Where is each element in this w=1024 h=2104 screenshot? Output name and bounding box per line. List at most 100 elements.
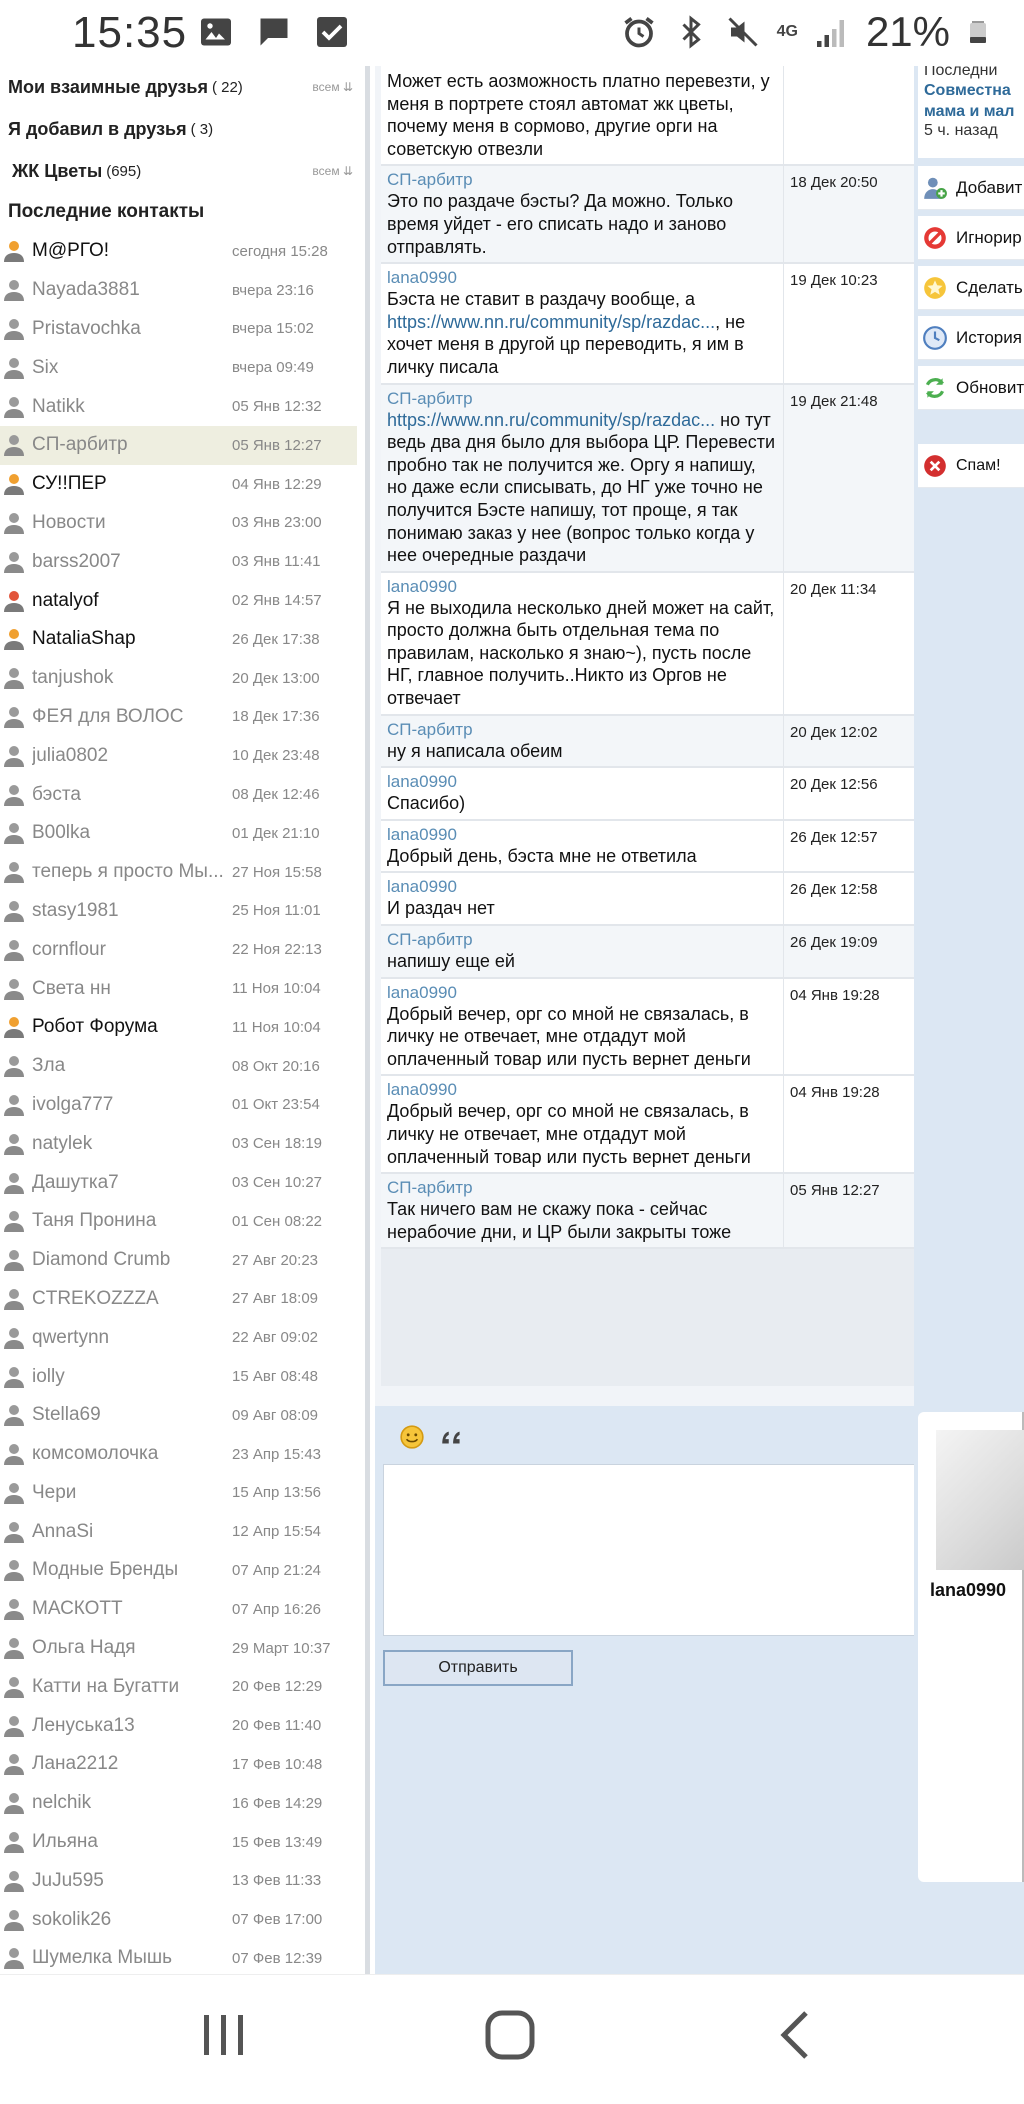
contact-row[interactable]: комсомолочка 23 Апр 15:43 (0, 1435, 365, 1474)
contact-row[interactable]: Ильяна 15 Фев 13:49 (0, 1823, 365, 1862)
contact-row[interactable]: М@РГО! сегодня 15:28 (0, 232, 365, 271)
message-author[interactable]: СП-арбитр (387, 170, 778, 190)
group-added-friends[interactable]: Я добавил в друзья ( 3) (0, 108, 365, 150)
user-status-icon (4, 1211, 24, 1233)
contact-row[interactable]: Stella69 09 Авг 08:09 (0, 1396, 365, 1435)
recent-group-link-2[interactable]: мама и мал (924, 101, 1024, 122)
contact-row[interactable]: Лана2212 17 Фев 10:48 (0, 1745, 365, 1784)
contact-row[interactable]: Робот Форума 11 Ноя 10:04 (0, 1008, 365, 1047)
action-label: Игнорир (956, 227, 1022, 247)
contact-last-seen: 15 Фев 13:49 (232, 1833, 323, 1851)
contact-name: МАСКОТТ (32, 1598, 123, 1620)
contact-row[interactable]: Модные Бренды 07 Апр 21:24 (0, 1551, 365, 1590)
contact-row[interactable]: sokolik26 07 Фев 17:00 (0, 1900, 365, 1939)
contact-last-seen: 05 Янв 12:27 (232, 436, 322, 454)
group-mutual-friends[interactable]: Мои взаимные друзья ( 22) всем ⇊ (0, 66, 365, 108)
contact-row[interactable]: СУ!!ПЕР 04 Янв 12:29 (0, 465, 365, 504)
contact-row[interactable]: бэста 08 Дек 12:46 (0, 775, 365, 814)
message-list[interactable]: Может есть аозможность платно перевезти,… (381, 66, 923, 1386)
contact-row[interactable]: Natikk 05 Янв 12:32 (0, 387, 365, 426)
message-author[interactable]: СП-арбитр (387, 720, 778, 740)
contact-row[interactable]: tanjushok 20 Дек 13:00 (0, 659, 365, 698)
ignore-button[interactable]: Игнорир (918, 216, 1024, 260)
quote-icon[interactable] (439, 1424, 465, 1450)
contact-row[interactable]: JuJu595 13 Фев 11:33 (0, 1861, 365, 1900)
message-body: lana0990 Добрый вечер, орг со мной не свя… (381, 1076, 783, 1172)
profile-username[interactable]: lana0990 (930, 1580, 1006, 1601)
user-status-icon (4, 280, 24, 302)
message-date (783, 66, 923, 165)
contact-row[interactable]: Дашутка7 03 Сен 10:27 (0, 1163, 365, 1202)
contact-row[interactable]: cornflour 22 Ноя 22:13 (0, 930, 365, 969)
expand-all-toggle[interactable]: всем ⇊ (312, 164, 353, 178)
spam-button[interactable]: Спам! (918, 444, 1024, 488)
message-text: Так ничего вам не скажу пока - сейчас не… (387, 1199, 732, 1242)
contact-row[interactable]: julia0802 10 Дек 23:48 (0, 736, 365, 775)
contact-row[interactable]: Ленуська13 20 Фев 11:40 (0, 1706, 365, 1745)
contact-row[interactable]: Зла 08 Окт 20:16 (0, 1047, 365, 1086)
add-friend-button[interactable]: Добавит (918, 166, 1024, 210)
action-label: Обновит (956, 377, 1024, 397)
contact-row[interactable]: ivolga777 01 Окт 23:54 (0, 1086, 365, 1125)
contact-row[interactable]: теперь я просто Мы... 27 Ноя 15:58 (0, 853, 365, 892)
contact-row[interactable]: Nayada3881 вчера 23:16 (0, 271, 365, 310)
group-zhk-tsvety[interactable]: ЖК Цветы (695) всем ⇊ (0, 150, 365, 192)
contact-row[interactable]: Света нн 11 Ноя 10:04 (0, 969, 365, 1008)
contact-row[interactable]: CTREKOZZZA 27 Авг 18:09 (0, 1280, 365, 1319)
contact-row[interactable]: qwertynn 22 Авг 09:02 (0, 1318, 365, 1357)
contact-row[interactable]: СП-арбитр 05 Янв 12:27 (0, 425, 357, 465)
contact-row[interactable]: iolly 15 Авг 08:48 (0, 1357, 365, 1396)
profile-card[interactable]: lana0990 (918, 1412, 1024, 1882)
message-text: ну я написала обеим (387, 740, 563, 761)
home-icon[interactable] (484, 2009, 536, 2061)
message-author[interactable]: СП-арбитр (387, 930, 778, 950)
message-author[interactable]: lana0990 (387, 577, 778, 597)
refresh-button[interactable]: Обновит (918, 366, 1024, 410)
recent-group-link[interactable]: Совместна (924, 80, 1024, 101)
back-icon[interactable] (776, 2009, 816, 2061)
contact-row[interactable]: Ольга Надя 29 Март 10:37 (0, 1629, 365, 1668)
contact-row[interactable]: Diamond Crumb 27 Авг 20:23 (0, 1241, 365, 1280)
contact-name: Ольга Надя (32, 1637, 136, 1659)
contact-row[interactable]: B00lka 01 Дек 21:10 (0, 814, 365, 853)
group-label: Мои взаимные друзья (8, 76, 208, 97)
contact-row[interactable]: МАСКОТТ 07 Апр 16:26 (0, 1590, 365, 1629)
smiley-icon[interactable] (399, 1424, 425, 1450)
signal-icon (816, 20, 844, 47)
profile-photo[interactable] (936, 1430, 1024, 1570)
history-button[interactable]: История (918, 316, 1024, 360)
contact-row[interactable]: Чери 15 Апр 13:56 (0, 1474, 365, 1513)
message-author[interactable]: lana0990 (387, 268, 778, 288)
contact-row[interactable]: Шумелка Мышь 07 Фев 12:39 (0, 1939, 365, 1974)
contact-row[interactable]: Six вчера 09:49 (0, 348, 365, 387)
message-author[interactable]: lana0990 (387, 877, 778, 897)
expand-all-toggle[interactable]: всем ⇊ (312, 80, 353, 94)
make-favorite-button[interactable]: Сделать (918, 266, 1024, 310)
contact-row[interactable]: barss2007 03 Янв 11:41 (0, 542, 365, 581)
contact-row[interactable]: Катти на Бугатти 20 Фев 12:29 (0, 1667, 365, 1706)
message-text: Добрый вечер, орг со мной не связалась, … (387, 1101, 751, 1167)
contact-row[interactable]: Таня Пронина 01 Сен 08:22 (0, 1202, 365, 1241)
message-author[interactable]: lana0990 (387, 772, 778, 792)
contact-row[interactable]: NataliaShap 26 Дек 17:38 (0, 620, 365, 659)
recent-apps-icon[interactable] (200, 2009, 248, 2061)
contact-row[interactable]: natylek 03 Сен 18:19 (0, 1124, 365, 1163)
message-link[interactable]: https://www.nn.ru/community/sp/razdac... (387, 312, 715, 332)
message-author[interactable]: СП-арбитр (387, 389, 778, 409)
message-author[interactable]: СП-арбитр (387, 1178, 778, 1198)
message-author[interactable]: lana0990 (387, 983, 778, 1003)
contact-row[interactable]: nelchik 16 Фев 14:29 (0, 1784, 365, 1823)
message-author[interactable]: lana0990 (387, 1080, 778, 1100)
contact-row[interactable]: natalyof 02 Янв 14:57 (0, 581, 365, 620)
message-body: СП-арбитр ну я написала обеим (381, 716, 783, 767)
contact-row[interactable]: AnnaSi 12 Апр 15:54 (0, 1512, 365, 1551)
contact-row[interactable]: Новости 03 Янв 23:00 (0, 504, 365, 543)
contact-last-seen: 16 Фев 14:29 (232, 1794, 323, 1812)
contact-row[interactable]: stasy1981 25 Ноя 11:01 (0, 892, 365, 931)
message-input[interactable] (383, 1464, 925, 1636)
message-author[interactable]: lana0990 (387, 825, 778, 845)
message-link[interactable]: https://www.nn.ru/community/sp/razdac... (387, 410, 715, 430)
contact-row[interactable]: Pristavochka вчера 15:02 (0, 310, 365, 349)
contact-row[interactable]: ФЕЯ для ВОЛОС 18 Дек 17:36 (0, 698, 365, 737)
send-button[interactable]: Отправить (383, 1650, 573, 1686)
